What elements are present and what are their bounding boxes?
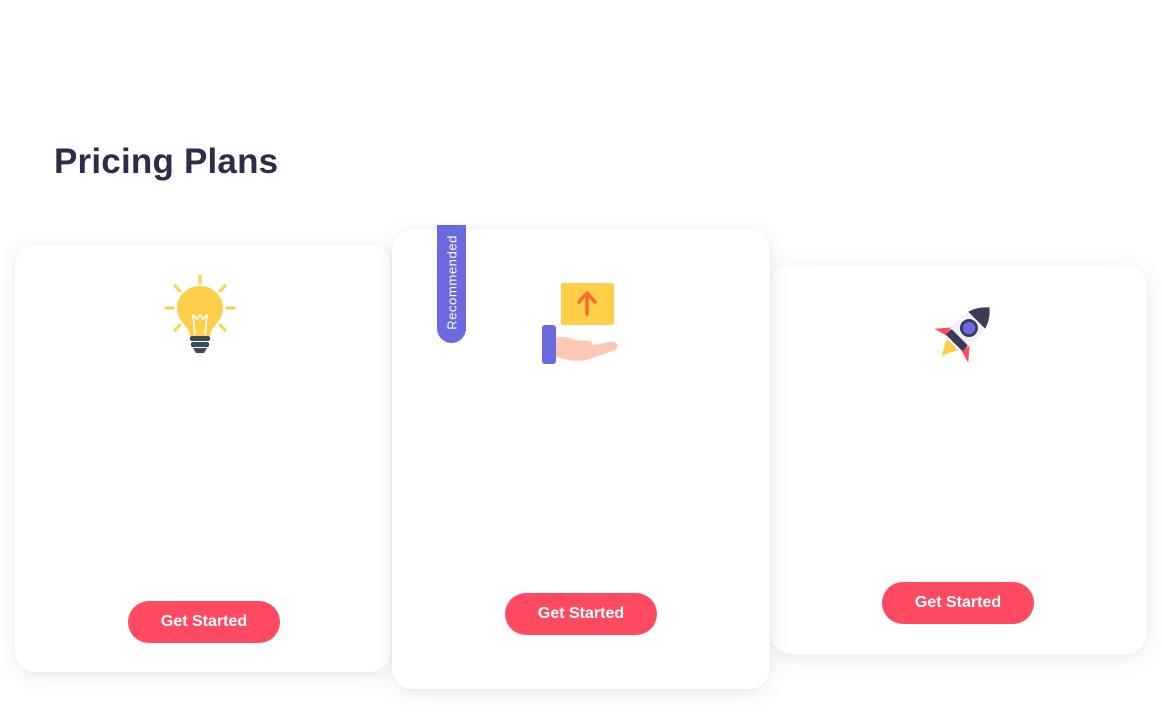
plan-card-3: Get Started	[770, 265, 1147, 654]
page-title: Pricing Plans	[54, 142, 279, 181]
get-started-button[interactable]: Get Started	[128, 601, 280, 643]
get-started-button[interactable]: Get Started	[882, 582, 1034, 624]
rocket-icon	[918, 293, 1000, 377]
get-started-button[interactable]: Get Started	[505, 593, 657, 635]
recommended-badge-label: Recommended	[444, 235, 459, 330]
pricing-page: Pricing Plans Get Started Recommended Ge…	[0, 0, 1162, 721]
plan-card-2: Recommended Get Started	[392, 225, 770, 689]
hand-upload-box-icon	[539, 281, 621, 365]
lightbulb-icon	[163, 273, 237, 357]
plan-card-1: Get Started	[15, 245, 391, 672]
recommended-badge: Recommended	[437, 225, 466, 343]
